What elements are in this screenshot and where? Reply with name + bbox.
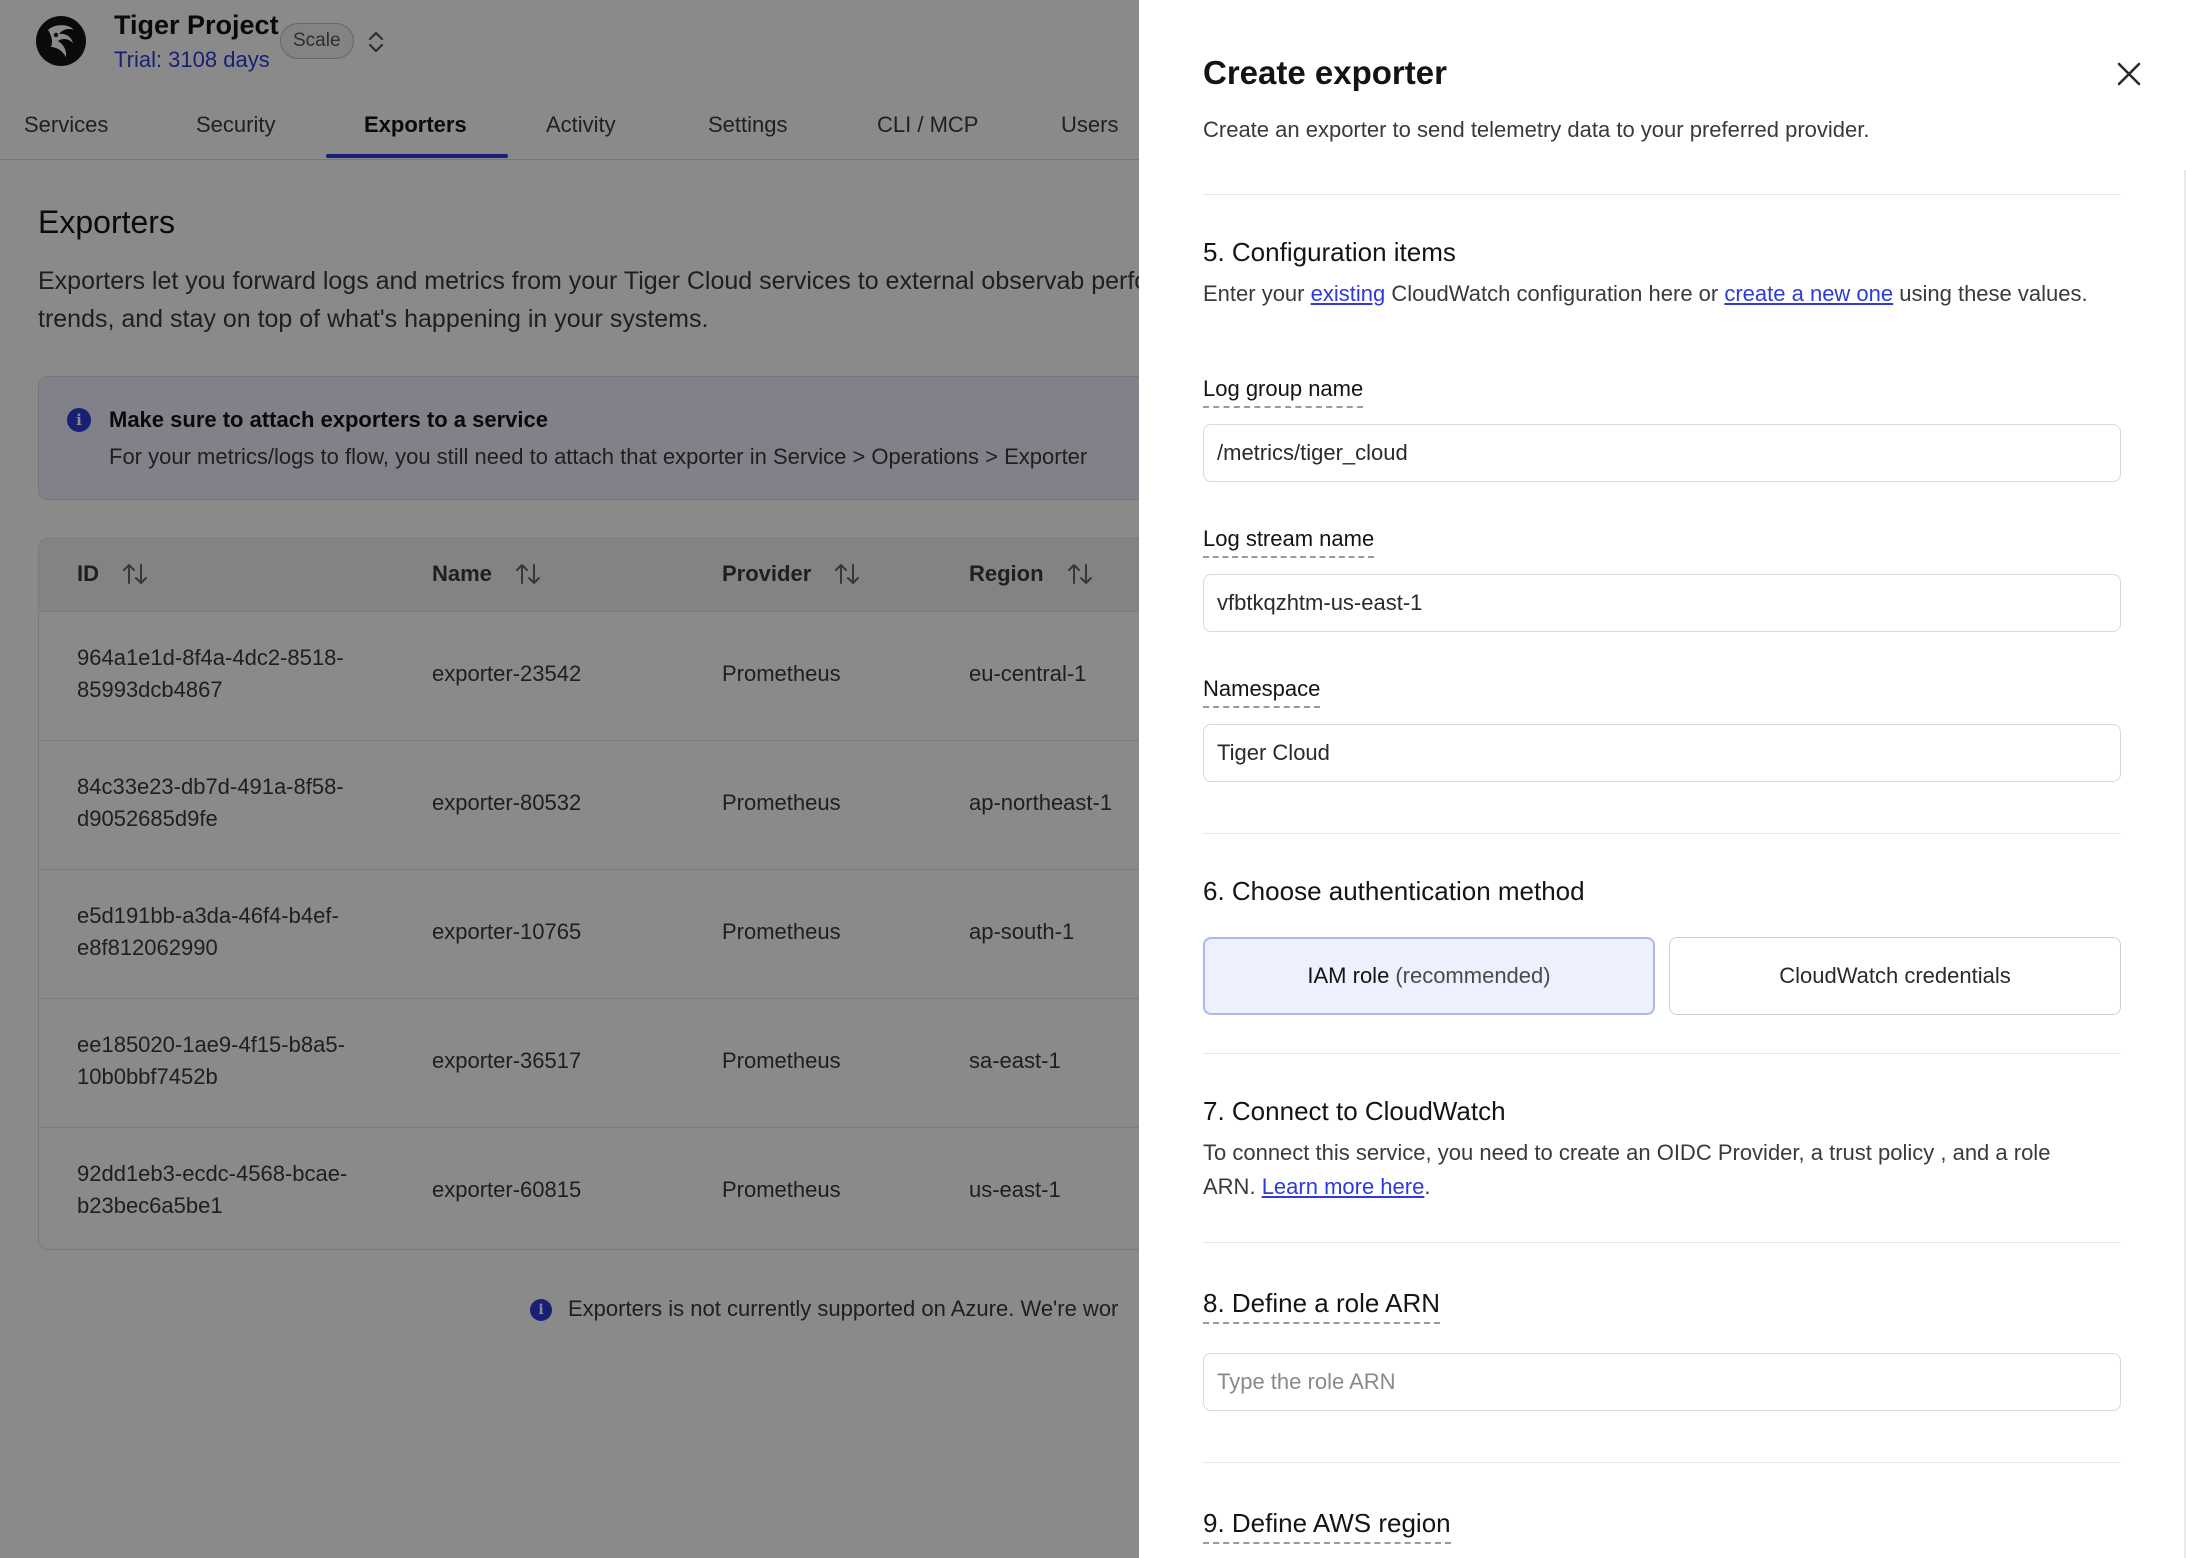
drawer-title: Create exporter xyxy=(1203,54,1447,91)
namespace-label: Namespace xyxy=(1203,676,1321,708)
close-icon[interactable] xyxy=(2111,56,2147,92)
cloudwatch-credentials-option[interactable]: CloudWatch credentials xyxy=(1669,937,2121,1015)
create-exporter-drawer: Create exporter Create an exporter to se… xyxy=(1139,0,2186,1558)
config-desc-end: using these values. xyxy=(1893,281,2088,306)
divider xyxy=(1203,1053,2121,1054)
role-arn-input[interactable] xyxy=(1203,1353,2121,1411)
modal-backdrop[interactable] xyxy=(0,0,1140,1558)
log-group-label: Log group name xyxy=(1203,376,1364,408)
config-desc-start: Enter your xyxy=(1203,281,1311,306)
log-stream-input[interactable] xyxy=(1203,574,2121,632)
create-new-link[interactable]: create a new one xyxy=(1724,281,1893,306)
cloudwatch-credentials-label: CloudWatch credentials xyxy=(1779,963,2011,988)
connect-desc-end: . xyxy=(1424,1174,1431,1199)
divider xyxy=(1203,833,2121,834)
drawer-subtitle: Create an exporter to send telemetry dat… xyxy=(1203,117,1870,142)
section-config-title: 5. Configuration items xyxy=(1203,237,1456,267)
divider xyxy=(1203,1462,2121,1463)
config-desc-middle: CloudWatch configuration here or xyxy=(1385,281,1725,306)
log-group-input[interactable] xyxy=(1203,424,2121,482)
section-aws-region-title: 9. Define AWS region xyxy=(1203,1508,1451,1544)
section-auth-title: 6. Choose authentication method xyxy=(1203,876,1585,906)
recommended-hint: (recommended) xyxy=(1395,963,1551,988)
divider xyxy=(1203,1242,2121,1243)
existing-link[interactable]: existing xyxy=(1311,281,1386,306)
iam-role-label: IAM role xyxy=(1307,963,1390,988)
divider xyxy=(1203,194,2121,195)
learn-more-link[interactable]: Learn more here xyxy=(1262,1174,1425,1199)
namespace-input[interactable] xyxy=(1203,724,2121,782)
section-role-arn-title: 8. Define a role ARN xyxy=(1203,1288,1441,1324)
section-connect-description: To connect this service, you need to cre… xyxy=(1203,1136,2103,1204)
iam-role-option[interactable]: IAM role (recommended) xyxy=(1203,937,1655,1015)
log-stream-label: Log stream name xyxy=(1203,526,1375,558)
section-connect-title: 7. Connect to CloudWatch xyxy=(1203,1096,1506,1126)
section-config-description: Enter your existing CloudWatch configura… xyxy=(1203,277,2103,311)
